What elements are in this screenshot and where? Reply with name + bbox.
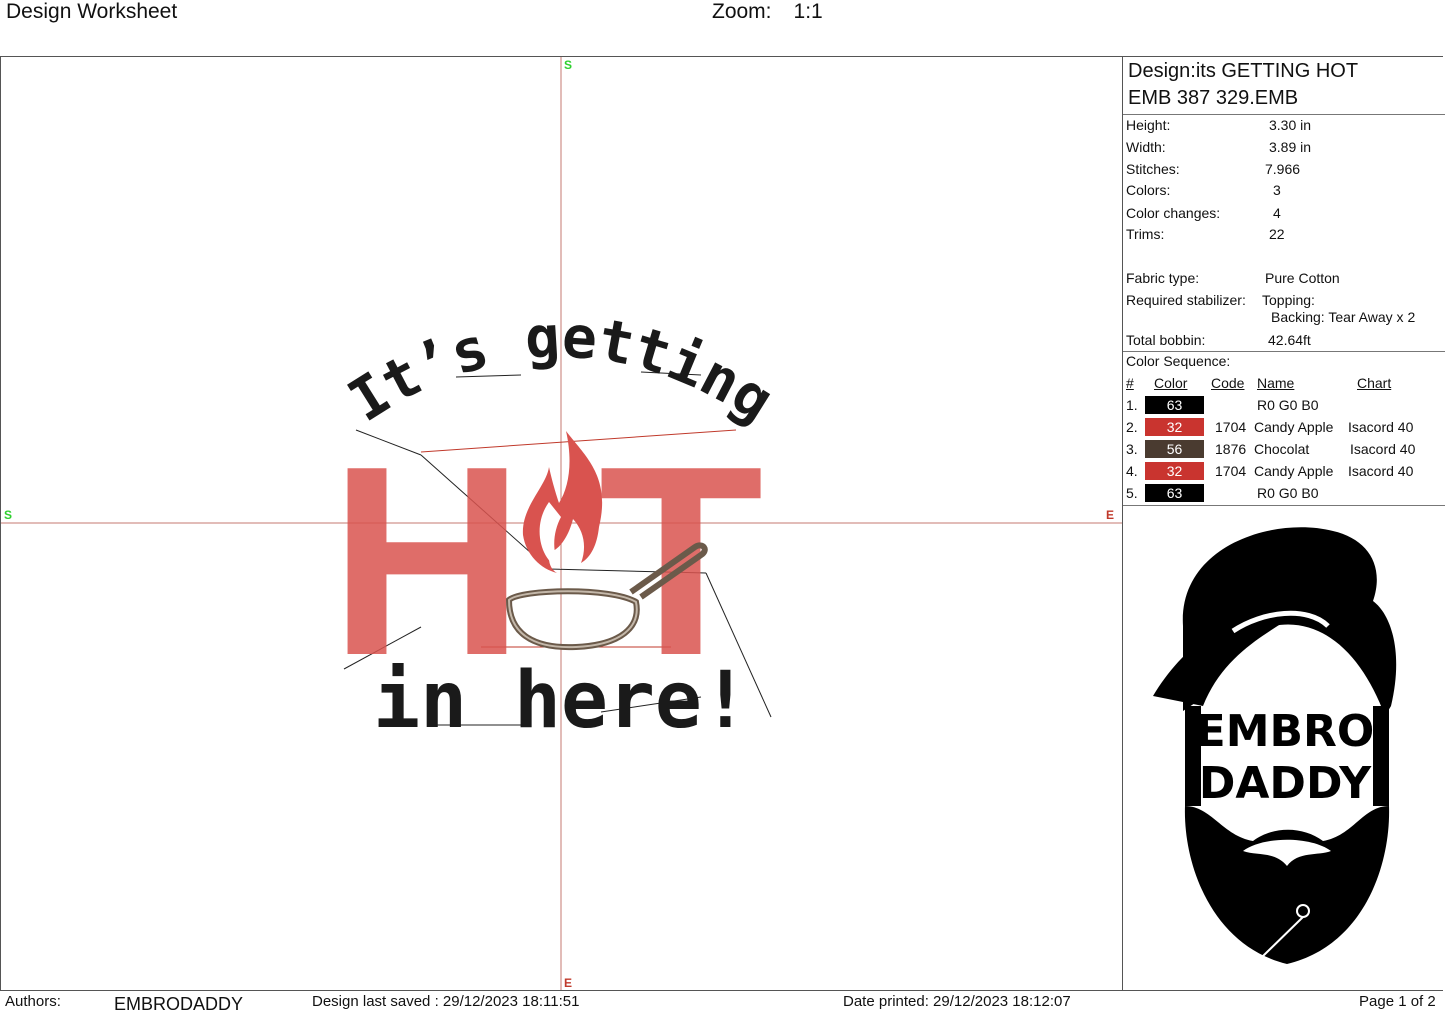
width-label: Width: — [1126, 139, 1166, 155]
design-name: Design:its GETTING HOT — [1128, 60, 1359, 82]
bobbin-value: 42.64ft — [1268, 332, 1311, 348]
trims-value: 22 — [1269, 226, 1285, 242]
color-swatch: 56 — [1145, 440, 1204, 458]
fabric-value: Pure Cotton — [1265, 270, 1340, 286]
thread-chart: Isacord 40 — [1348, 419, 1414, 435]
embroidery-preview: It’s getting H T in here! — [1, 57, 1122, 990]
col-header-code: Code — [1211, 375, 1245, 391]
embro-daddy-logo: EMBRO DADDY — [1153, 527, 1397, 964]
color-changes-label: Color changes: — [1126, 205, 1221, 221]
thread-chart: Isacord 40 — [1348, 463, 1414, 479]
backing-value: Backing: Tear Away x 2 — [1271, 309, 1416, 325]
bobbin-label: Total bobbin: — [1126, 332, 1206, 348]
col-header-num: # — [1126, 375, 1134, 391]
stitches-value: 7.966 — [1265, 161, 1301, 177]
height-label: Height: — [1126, 117, 1171, 133]
divider — [1123, 114, 1445, 115]
zoom-value: 1:1 — [793, 0, 823, 23]
row-number: 1. — [1126, 397, 1138, 413]
col-header-name: Name — [1257, 375, 1295, 391]
col-header-chart: Chart — [1357, 375, 1392, 391]
trims-label: Trims: — [1126, 226, 1165, 242]
stabilizer-label: Required stabilizer: — [1126, 292, 1246, 308]
thread-chart: Isacord 40 — [1350, 441, 1416, 457]
author-name: EMBRODADDY — [114, 994, 244, 1014]
zoom-label: Zoom: — [712, 0, 772, 23]
thread-name: R0 G0 B0 — [1257, 485, 1319, 501]
divider — [1123, 351, 1445, 352]
logo-text-line1: EMBRO — [1196, 706, 1375, 757]
date-printed: Date printed: 29/12/2023 18:12:07 — [843, 993, 1071, 1010]
color-swatch: 32 — [1145, 462, 1204, 480]
design-file-name: EMB 387 329.EMB — [1128, 87, 1299, 109]
color-swatch: 32 — [1145, 418, 1204, 436]
thread-name: Candy Apple — [1254, 463, 1334, 479]
color-sequence-row: 3. 56 1876 Chocolat Isacord 40 — [1123, 439, 1445, 461]
page-indicator: Page 1 of 2 — [1359, 993, 1436, 1010]
worksheet-title: Design Worksheet — [6, 0, 178, 23]
thread-name: R0 G0 B0 — [1257, 397, 1319, 413]
design-name-block: Design:its GETTING HOT EMB 387 329.EMB — [1128, 58, 1358, 112]
color-sequence-row: 4. 32 1704 Candy Apple Isacord 40 — [1123, 461, 1445, 483]
last-saved: Design last saved : 29/12/2023 18:11:51 — [312, 993, 580, 1010]
thread-code: 1876 — [1215, 441, 1247, 457]
row-number: 3. — [1126, 441, 1138, 457]
color-swatch: 63 — [1145, 396, 1204, 414]
topping-value: Topping: — [1262, 292, 1315, 308]
logo-text-line2: DADDY — [1199, 758, 1372, 809]
artwork-text-bottom: in here! — [373, 656, 749, 746]
color-sequence-title: Color Sequence: — [1126, 353, 1231, 369]
height-value: 3.30 in — [1269, 117, 1312, 133]
color-sequence-row: 2. 32 1704 Candy Apple Isacord 40 — [1123, 417, 1445, 439]
fabric-label: Fabric type: — [1126, 270, 1200, 286]
color-changes-value: 4 — [1273, 205, 1281, 221]
thread-code: 1704 — [1215, 463, 1247, 479]
design-canvas: S S E E It’s getting H T in here! — [1, 57, 1122, 990]
row-number: 5. — [1126, 485, 1138, 501]
thread-name: Chocolat — [1254, 441, 1310, 457]
flame-icon — [522, 431, 603, 573]
color-sequence-row: 5. 63 R0 G0 B0 — [1123, 483, 1445, 505]
width-value: 3.89 in — [1269, 139, 1312, 155]
color-sequence-row: 1. 63 R0 G0 B0 — [1123, 395, 1445, 417]
zoom-indicator: Zoom: 1:1 — [712, 0, 823, 24]
stitches-label: Stitches: — [1126, 161, 1180, 177]
colors-value: 3 — [1273, 182, 1281, 198]
thread-name: Candy Apple — [1254, 419, 1334, 435]
col-header-color: Color — [1154, 375, 1188, 391]
colors-label: Colors: — [1126, 182, 1171, 198]
design-info-panel: Design:its GETTING HOT EMB 387 329.EMB H… — [1122, 57, 1445, 990]
row-number: 4. — [1126, 463, 1138, 479]
color-swatch: 63 — [1145, 484, 1204, 502]
thread-code: 1704 — [1215, 419, 1247, 435]
row-number: 2. — [1126, 419, 1138, 435]
authors-label: Authors: — [5, 993, 61, 1010]
